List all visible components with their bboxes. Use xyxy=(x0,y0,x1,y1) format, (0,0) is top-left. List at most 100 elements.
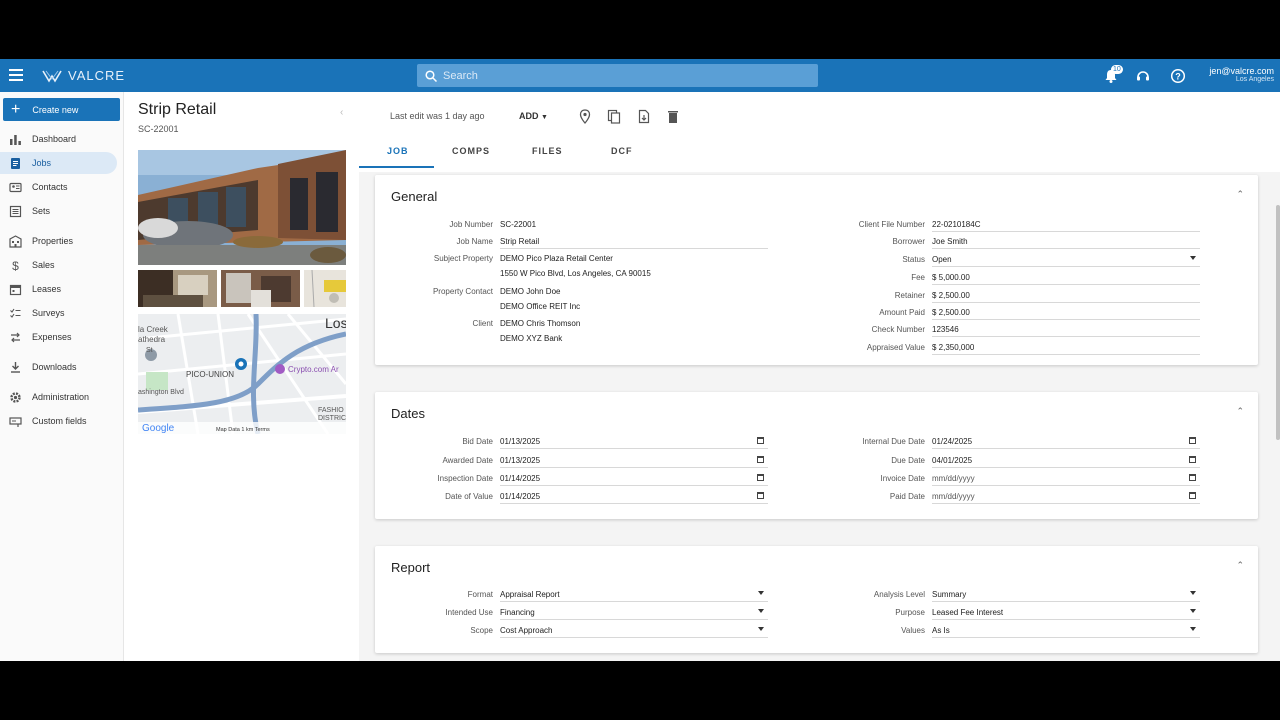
scrollbar[interactable] xyxy=(1276,205,1280,440)
tab-files[interactable]: FILES xyxy=(532,146,563,156)
map-label: ashington Blvd xyxy=(138,389,184,396)
sidebar-item-jobs[interactable]: Jobs xyxy=(0,152,117,174)
sidebar-item-properties[interactable]: Properties xyxy=(0,230,117,252)
job-name-input[interactable]: Strip Retail xyxy=(500,237,768,249)
help-icon[interactable]: ? xyxy=(1170,68,1186,84)
calendar-icon[interactable] xyxy=(1189,437,1196,444)
menu-icon[interactable] xyxy=(9,69,23,81)
trash-icon[interactable] xyxy=(666,109,680,124)
property-panel: Strip Retail SC-22001 ‹ la Creek athedra… xyxy=(124,92,359,661)
due-date-input[interactable]: 04/01/2025 xyxy=(932,456,1200,468)
retainer-input[interactable]: $ 2,500.00 xyxy=(932,291,1200,303)
sidebar-item-surveys[interactable]: Surveys xyxy=(0,302,117,324)
sidebar-item-expenses[interactable]: Expenses xyxy=(0,326,117,348)
format-select[interactable]: Appraisal Report xyxy=(500,590,768,602)
custom-fields-icon xyxy=(9,416,22,427)
add-dropdown-button[interactable]: ADD ▼ xyxy=(519,111,548,121)
user-location: Los Angeles xyxy=(1235,76,1274,83)
support-icon[interactable] xyxy=(1135,68,1151,84)
field-values: Values As Is xyxy=(807,626,1200,638)
calendar-icon[interactable] xyxy=(757,492,764,499)
copy-icon[interactable] xyxy=(607,109,621,124)
subject-property-link[interactable]: DEMO Pico Plaza Retail Center 1550 W Pico… xyxy=(500,254,768,278)
analysis-level-select[interactable]: Summary xyxy=(932,590,1200,602)
awarded-date-input[interactable]: 01/13/2025 xyxy=(500,456,768,468)
values-select[interactable]: As Is xyxy=(932,626,1200,638)
property-photo[interactable] xyxy=(138,150,346,265)
appraised-value-input[interactable]: $ 2,350,000 xyxy=(932,343,1200,355)
bar-chart-icon xyxy=(10,134,21,145)
chevron-up-icon[interactable]: ⌃ xyxy=(1236,560,1244,571)
amount-paid-input[interactable]: $ 2,500.00 xyxy=(932,308,1200,320)
field-due-date: Due Date 04/01/2025 xyxy=(807,456,1200,468)
borrower-input[interactable]: Joe Smith xyxy=(932,237,1200,249)
inspection-date-input[interactable]: 01/14/2025 xyxy=(500,474,768,486)
sidebar: + Create new Dashboard Jobs Contacts Set… xyxy=(0,92,124,661)
plus-icon: + xyxy=(11,100,21,118)
tab-job[interactable]: JOB xyxy=(387,146,409,156)
sidebar-item-downloads[interactable]: Downloads xyxy=(0,356,117,378)
tab-dcf[interactable]: DCF xyxy=(611,146,633,156)
document-icon xyxy=(11,157,20,169)
create-new-button[interactable]: + Create new xyxy=(3,98,120,121)
gear-icon xyxy=(10,391,21,403)
last-edit-text: Last edit was 1 day ago xyxy=(390,111,485,121)
calendar-icon[interactable] xyxy=(1189,492,1196,499)
field-retainer: Retainer $ 2,500.00 xyxy=(807,291,1200,303)
photo-thumbnail[interactable] xyxy=(138,270,217,307)
sidebar-item-administration[interactable]: Administration xyxy=(0,386,117,408)
field-invoice-date: Invoice Date mm/dd/yyyy xyxy=(807,474,1200,486)
client-file-number-input[interactable]: 22-0210184C xyxy=(932,220,1200,232)
section-title: Dates xyxy=(391,406,425,421)
checklist-icon xyxy=(10,308,21,318)
chevron-up-icon[interactable]: ⌃ xyxy=(1236,189,1244,200)
paid-date-input[interactable]: mm/dd/yyyy xyxy=(932,492,1200,504)
field-check-number: Check Number 123546 xyxy=(807,325,1200,337)
sidebar-item-contacts[interactable]: Contacts xyxy=(0,176,117,198)
scope-select[interactable]: Cost Approach xyxy=(500,626,768,638)
collapse-panel-icon[interactable]: ‹ xyxy=(340,107,343,118)
field-date-of-value: Date of Value 01/14/2025 xyxy=(375,492,768,504)
sidebar-item-sales[interactable]: $ Sales xyxy=(0,254,117,276)
calendar-icon[interactable] xyxy=(757,456,764,463)
field-intended-use: Intended Use Financing xyxy=(375,608,768,620)
sidebar-item-dashboard[interactable]: Dashboard xyxy=(0,128,117,150)
photo-thumbnail[interactable] xyxy=(304,270,346,307)
map-label: FASHIO xyxy=(318,407,344,414)
logo[interactable]: VALCRE xyxy=(42,68,125,83)
intended-use-select[interactable]: Financing xyxy=(500,608,768,620)
arrows-icon xyxy=(11,332,20,342)
purpose-select[interactable]: Leased Fee Interest xyxy=(932,608,1200,620)
search-input[interactable] xyxy=(443,69,803,82)
location-pin-icon[interactable] xyxy=(578,109,592,124)
caret-down-icon xyxy=(1190,627,1196,631)
sidebar-item-leases[interactable]: Leases xyxy=(0,278,117,300)
create-new-label: Create new xyxy=(32,104,79,115)
status-select[interactable]: Open xyxy=(932,255,1200,267)
sidebar-item-custom-fields[interactable]: Custom fields xyxy=(0,410,117,432)
user-menu[interactable]: jen@valcre.com Los Angeles xyxy=(1206,66,1274,83)
property-contact-link[interactable]: DEMO John Doe DEMO Office REIT Inc xyxy=(500,287,768,311)
calendar-icon[interactable] xyxy=(757,474,764,481)
bid-date-input[interactable]: 01/13/2025 xyxy=(500,437,768,449)
property-map[interactable]: la Creek athedra St PICO-UNION Crypto.co… xyxy=(138,314,346,434)
tab-comps[interactable]: COMPS xyxy=(452,146,490,156)
invoice-date-input[interactable]: mm/dd/yyyy xyxy=(932,474,1200,486)
field-appraised-value: Appraised Value $ 2,350,000 xyxy=(807,343,1200,355)
export-icon[interactable] xyxy=(637,109,651,124)
calendar-icon[interactable] xyxy=(1189,474,1196,481)
field-paid-date: Paid Date mm/dd/yyyy xyxy=(807,492,1200,504)
date-of-value-input[interactable]: 01/14/2025 xyxy=(500,492,768,504)
fee-input[interactable]: $ 5,000.00 xyxy=(932,273,1200,285)
sidebar-item-sets[interactable]: Sets xyxy=(0,200,117,222)
photo-thumbnail[interactable] xyxy=(221,270,300,307)
field-job-number: Job Number SC-22001 xyxy=(375,220,768,232)
calendar-icon[interactable] xyxy=(1189,456,1196,463)
chevron-up-icon[interactable]: ⌃ xyxy=(1236,406,1244,417)
search-bar[interactable] xyxy=(417,64,818,87)
internal-due-date-input[interactable]: 01/24/2025 xyxy=(932,437,1200,449)
check-number-input[interactable]: 123546 xyxy=(932,325,1200,337)
client-link[interactable]: DEMO Chris Thomson DEMO XYZ Bank xyxy=(500,319,768,343)
job-toolbar: Last edit was 1 day ago ADD ▼ JOB COMPS … xyxy=(359,92,1280,172)
calendar-icon[interactable] xyxy=(757,437,764,444)
